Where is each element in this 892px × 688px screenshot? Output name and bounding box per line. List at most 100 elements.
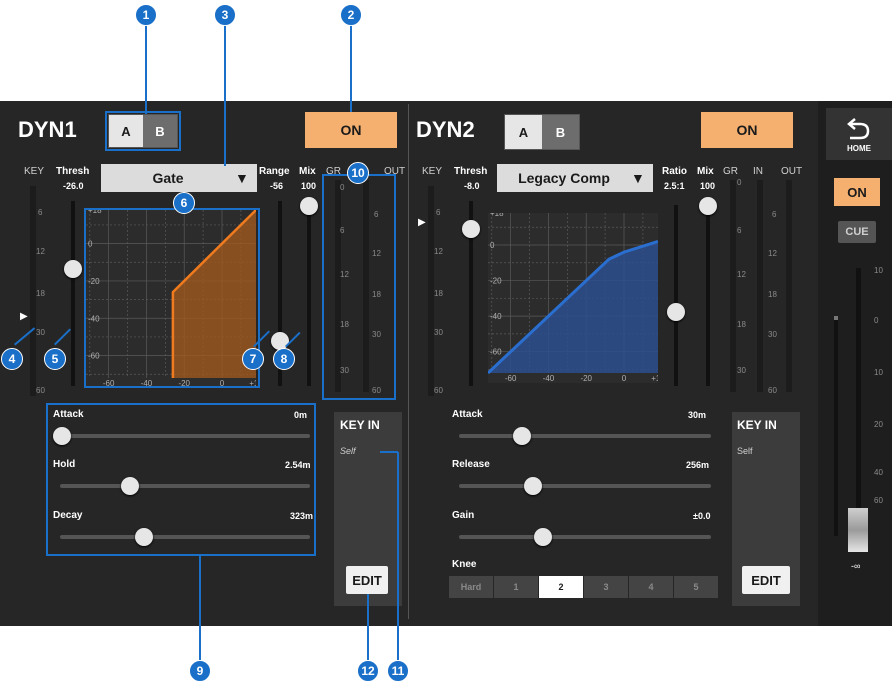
- dyn1-mix-fader-knob[interactable]: [300, 197, 318, 215]
- dyn2-key-scale-12: 12: [434, 247, 443, 256]
- callout-7: 7: [242, 348, 264, 370]
- dyn1-edit-button[interactable]: EDIT: [346, 566, 388, 594]
- callout-5: 5: [44, 348, 66, 370]
- dyn2-ratio-value: 2.5:1: [664, 181, 685, 191]
- chevron-down-icon: ▼: [235, 170, 249, 186]
- dyn2-release-label: Release: [452, 459, 490, 470]
- knee-option-5[interactable]: 5: [674, 576, 718, 598]
- dyn2-out-label: OUT: [781, 166, 803, 177]
- dyn2-out-scale-60: 60: [768, 386, 777, 395]
- dyn2-on-button[interactable]: ON: [701, 112, 793, 148]
- dyn2-release-value: 256m: [686, 460, 710, 470]
- knee-option-hard[interactable]: Hard: [449, 576, 493, 598]
- dyn2-keyin-source[interactable]: Self: [737, 446, 753, 456]
- dyn2-thresh-label: Thresh: [454, 166, 488, 177]
- key-marker-icon: ▶: [418, 217, 426, 228]
- dyn2-gain-value: ±0.0: [693, 511, 711, 521]
- dyn1-thresh-value: -26.0: [63, 181, 84, 191]
- cue-button[interactable]: CUE: [838, 221, 876, 243]
- fader-scale-20: 20: [874, 420, 883, 429]
- dyn2-ab-switch: A B: [504, 114, 580, 150]
- callout-9: 9: [189, 660, 211, 682]
- dyn1-thresh-fader-track[interactable]: [71, 201, 75, 386]
- g2-y-tick: -20: [490, 277, 502, 286]
- knee-option-4[interactable]: 4: [629, 576, 673, 598]
- callout-6-frame: [84, 208, 260, 388]
- dyn2-key-scale-18: 18: [434, 289, 443, 298]
- dyn2-mix-value: 100: [700, 181, 716, 191]
- dyn2-comp-graph: -60 -40 -20 0 +18 +18 0 -20 -40 -60: [488, 213, 658, 383]
- dyn2-mix-fader-track[interactable]: [706, 205, 710, 386]
- knee-option-2[interactable]: 2: [539, 576, 583, 598]
- dyn2-key-scale-60: 60: [434, 386, 443, 395]
- dyn2-attack-knob[interactable]: [513, 427, 531, 445]
- callout-1-leader: [145, 24, 147, 114]
- dyn2-knee-selector: Hard 1 2 3 4 5: [449, 576, 719, 598]
- channel-fader-knob[interactable]: [848, 508, 868, 552]
- dyn2-knee-label: Knee: [452, 559, 477, 570]
- callout-1: 1: [135, 4, 157, 26]
- dyn1-type-dropdown[interactable]: Gate ▼: [101, 164, 257, 192]
- g2-x-tick: 0: [622, 374, 627, 383]
- knee-option-3[interactable]: 3: [584, 576, 628, 598]
- callout-11-leader-h: [380, 451, 398, 453]
- dyn1-key-scale-18: 18: [36, 289, 45, 298]
- dyn2-gr-meter: [730, 180, 736, 392]
- callout-10: 10: [347, 162, 369, 184]
- dyn2-ratio-fader-knob[interactable]: [667, 303, 685, 321]
- dyn2-a-button[interactable]: A: [505, 115, 542, 149]
- dyn1-key-scale-60: 60: [36, 386, 45, 395]
- channel-on-button[interactable]: ON: [834, 178, 880, 206]
- callout-4: 4: [1, 348, 23, 370]
- g2-y-tick: -40: [490, 312, 502, 321]
- dyn2-type-label: Legacy Comp: [518, 170, 610, 186]
- dyn2-attack-label: Attack: [452, 409, 483, 420]
- dyn2-gain-slider[interactable]: [459, 535, 711, 539]
- dyn1-range-label: Range: [259, 166, 290, 177]
- dyn1-thresh-fader-knob[interactable]: [64, 260, 82, 278]
- fader-scale-10-top: 10: [874, 266, 883, 275]
- dyn2-mix-fader-knob[interactable]: [699, 197, 717, 215]
- dyn1-mix-fader-track[interactable]: [307, 201, 311, 386]
- callout-10-frame: [322, 174, 396, 400]
- dyn2-key-label: KEY: [422, 166, 443, 177]
- dyn1-on-button[interactable]: ON: [305, 112, 397, 148]
- fader-value: -∞: [851, 561, 861, 571]
- dyn2-title: DYN2: [416, 117, 475, 142]
- dyn2-gr-scale-30: 30: [737, 366, 746, 375]
- dyn2-gr-scale-12: 12: [737, 270, 746, 279]
- dyn2-attack-slider[interactable]: [459, 434, 711, 438]
- dyn2-release-knob[interactable]: [524, 477, 542, 495]
- callout-9-frame: [46, 403, 316, 556]
- dyn1-keyin-source[interactable]: Self: [340, 446, 356, 456]
- callout-3-leader: [224, 24, 226, 166]
- dyn2-gr-scale-6: 6: [737, 226, 742, 235]
- dyn2-release-slider[interactable]: [459, 484, 711, 488]
- dyn2-gr-scale-0: 0: [737, 178, 742, 187]
- chevron-down-icon: ▼: [631, 170, 645, 186]
- knee-option-1[interactable]: 1: [494, 576, 538, 598]
- home-button[interactable]: HOME: [826, 108, 892, 160]
- callout-2: 2: [340, 4, 362, 26]
- dyn2-key-scale-6: 6: [436, 208, 441, 217]
- callout-2-leader: [350, 24, 352, 112]
- callout-11: 11: [387, 660, 409, 682]
- back-arrow-icon: [847, 118, 870, 140]
- g2-x-tick: -40: [543, 374, 555, 383]
- channel-level-meter: [834, 316, 838, 536]
- dyn2-gain-knob[interactable]: [534, 528, 552, 546]
- dyn1-keyin-title: KEY IN: [340, 418, 380, 432]
- dyn2-type-dropdown[interactable]: Legacy Comp ▼: [497, 164, 653, 192]
- key-marker-icon: ▶: [20, 311, 28, 322]
- dyn2-edit-button[interactable]: EDIT: [742, 566, 790, 594]
- callout-1-frame: [105, 111, 181, 151]
- dyn2-keyin-title: KEY IN: [737, 418, 777, 432]
- callout-9-leader: [199, 554, 201, 660]
- callout-3: 3: [214, 4, 236, 26]
- dyn2-out-scale-12: 12: [768, 249, 777, 258]
- home-label: HOME: [847, 144, 871, 153]
- dyn2-ratio-fader-track[interactable]: [674, 205, 678, 386]
- dyn2-b-button[interactable]: B: [542, 115, 579, 149]
- dyn2-thresh-fader-knob[interactable]: [462, 220, 480, 238]
- dyn1-key-label: KEY: [24, 166, 45, 177]
